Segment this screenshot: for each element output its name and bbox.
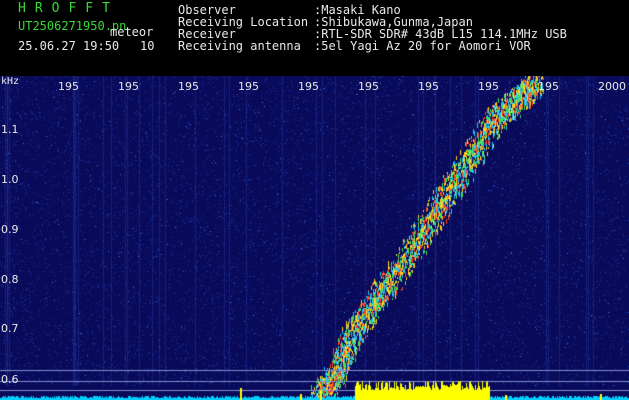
y-tick-label: 1.0 <box>1 173 19 186</box>
datetime-label: 25.06.27 19:50 <box>18 39 120 53</box>
count-label: 10 <box>140 39 155 53</box>
y-tick-label: 0.9 <box>1 223 19 236</box>
x-tick-label: 195 <box>358 80 379 93</box>
spectrogram-plot <box>0 76 629 400</box>
station-info: Observer:Masaki Kano Receiving Location:… <box>178 4 567 52</box>
x-tick-label: 195 <box>298 80 319 93</box>
x-tick-label: 2000 <box>598 80 626 93</box>
y-tick-label: 0.6 <box>1 373 19 386</box>
y-tick-label: 0.8 <box>1 273 19 286</box>
y-unit-label: kHz <box>1 76 20 87</box>
x-tick-label: 195 <box>418 80 439 93</box>
x-tick-label: 195 <box>238 80 259 93</box>
app-title: HROFFT <box>18 1 119 16</box>
x-tick-label: 195 <box>478 80 499 93</box>
x-tick-label: 195 <box>118 80 139 93</box>
x-tick-label: 195 <box>178 80 199 93</box>
y-tick-label: 1.1 <box>1 123 19 136</box>
meta-row-antenna: Receiving antenna:5el Yagi Az 20 for Aom… <box>178 39 531 53</box>
x-tick-label: 195 <box>538 80 559 93</box>
x-tick-label: 195 <box>58 80 79 93</box>
detection-tag: meteor <box>110 25 154 39</box>
y-tick-label: 0.7 <box>1 322 19 335</box>
